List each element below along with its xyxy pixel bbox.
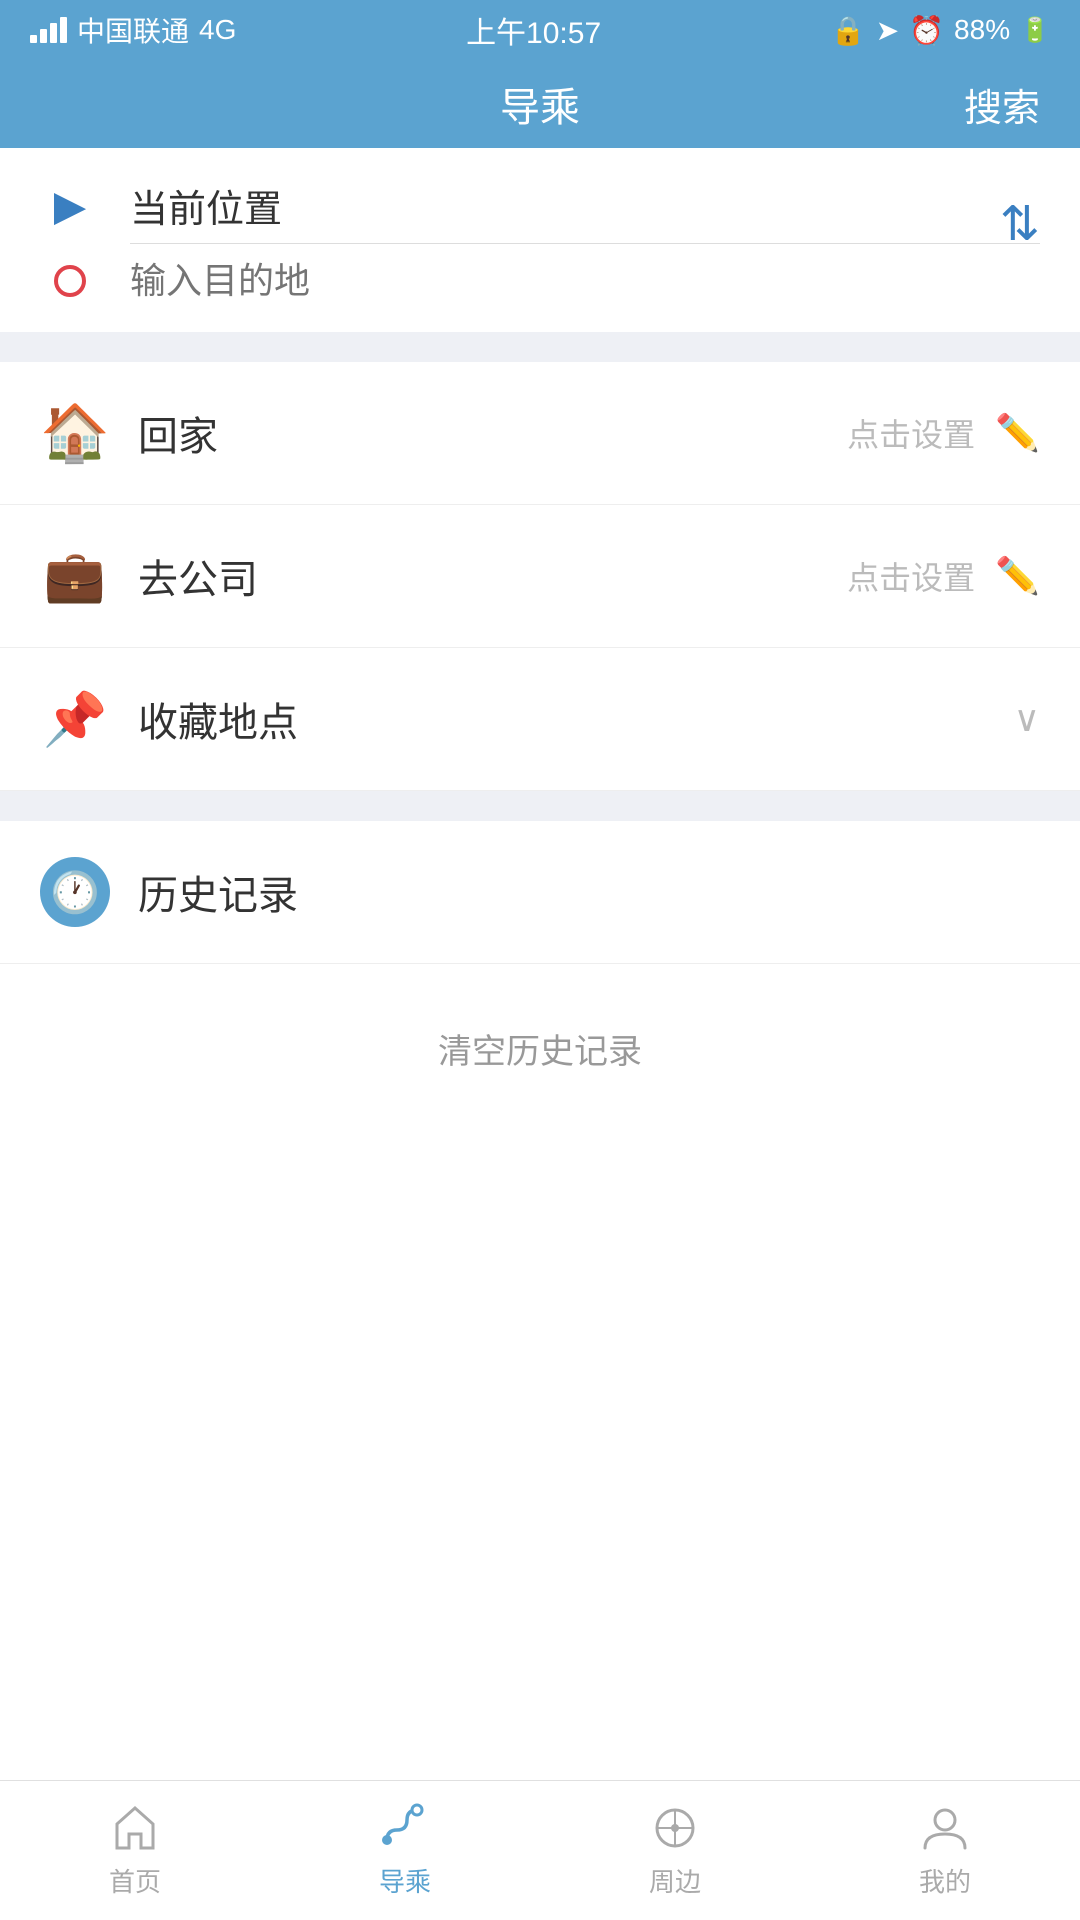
bottom-nav: 首页 导乘 周边 我的 (0, 1780, 1080, 1920)
clock-icon: 🕐 (50, 869, 100, 916)
lock-icon: 🔒 (831, 14, 866, 47)
swap-button[interactable]: ⇅ (1000, 196, 1040, 252)
section-divider-2 (0, 791, 1080, 821)
origin-label[interactable]: 当前位置 (130, 178, 1040, 233)
favorites-icon-wrap: 📌 (40, 684, 110, 754)
nav-label-mine: 我的 (919, 1862, 971, 1899)
nav-label-nearby: 周边 (649, 1862, 701, 1899)
nav-item-mine[interactable]: 我的 (810, 1802, 1080, 1899)
battery-label: 88% (954, 14, 1010, 46)
home-action-label[interactable]: 点击设置 (847, 410, 975, 456)
section-divider-1 (0, 332, 1080, 362)
nav-item-navigation[interactable]: 导乘 (270, 1802, 540, 1899)
home-icon-wrap: 🏠 (40, 398, 110, 468)
work-icon-wrap: 💼 (40, 541, 110, 611)
bookmark-icon: 📌 (43, 689, 108, 750)
search-area: ▶ 当前位置 ⇅ (0, 148, 1080, 332)
mine-nav-icon (919, 1802, 971, 1854)
list-item-home[interactable]: 🏠 回家 点击设置 ✏️ (0, 362, 1080, 505)
status-left: 中国联通 4G (30, 10, 236, 50)
origin-icon-area: ▶ (40, 181, 100, 230)
network-label: 4G (199, 14, 236, 46)
destination-icon-area (40, 265, 100, 297)
home-label: 回家 (138, 404, 847, 462)
nearby-nav-icon (649, 1802, 701, 1854)
status-time: 上午10:57 (466, 8, 601, 52)
home-edit-icon[interactable]: ✏️ (995, 412, 1040, 454)
destination-dot-icon (54, 265, 86, 297)
history-label: 历史记录 (138, 863, 298, 921)
alarm-icon: ⏰ (909, 14, 944, 47)
search-button[interactable]: 搜索 (964, 77, 1040, 132)
location-icon: ➤ (876, 14, 899, 47)
divider (130, 243, 1040, 244)
clear-history-area: 清空历史记录 (0, 964, 1080, 1133)
origin-row: ▶ 当前位置 (40, 178, 1040, 233)
destination-input[interactable] (130, 260, 1040, 302)
work-edit-icon[interactable]: ✏️ (995, 555, 1040, 597)
history-section: 🕐 历史记录 (0, 821, 1080, 964)
status-bar: 中国联通 4G 上午10:57 🔒 ➤ ⏰ 88% 🔋 (0, 0, 1080, 60)
clear-history-button[interactable]: 清空历史记录 (438, 1024, 642, 1073)
page-title: 导乘 (500, 75, 580, 133)
briefcase-icon: 💼 (44, 547, 106, 606)
carrier-label: 中国联通 (77, 10, 189, 50)
list-item-work[interactable]: 💼 去公司 点击设置 ✏️ (0, 505, 1080, 648)
work-label: 去公司 (138, 547, 847, 605)
nav-label-navigation: 导乘 (379, 1862, 431, 1899)
header: 导乘 搜索 (0, 60, 1080, 148)
battery-icon: 🔋 (1020, 16, 1050, 45)
nav-item-home[interactable]: 首页 (0, 1802, 270, 1899)
work-action-label[interactable]: 点击设置 (847, 553, 975, 599)
list-item-favorites[interactable]: 📌 收藏地点 ∨ (0, 648, 1080, 791)
quick-access-section: 🏠 回家 点击设置 ✏️ 💼 去公司 点击设置 ✏️ 📌 收藏地点 ∨ (0, 362, 1080, 791)
status-right: 🔒 ➤ ⏰ 88% 🔋 (831, 14, 1050, 47)
nav-label-home: 首页 (109, 1862, 161, 1899)
clock-icon-wrap: 🕐 (40, 857, 110, 927)
nav-item-nearby[interactable]: 周边 (540, 1802, 810, 1899)
home-nav-icon (109, 1802, 161, 1854)
destination-row (40, 260, 1040, 312)
navigation-nav-icon (379, 1802, 431, 1854)
home-icon: 🏠 (40, 400, 110, 466)
signal-icon (30, 17, 67, 43)
chevron-down-icon[interactable]: ∨ (1014, 698, 1040, 740)
favorites-label: 收藏地点 (138, 690, 1014, 748)
origin-arrow-icon: ▶ (54, 181, 86, 230)
